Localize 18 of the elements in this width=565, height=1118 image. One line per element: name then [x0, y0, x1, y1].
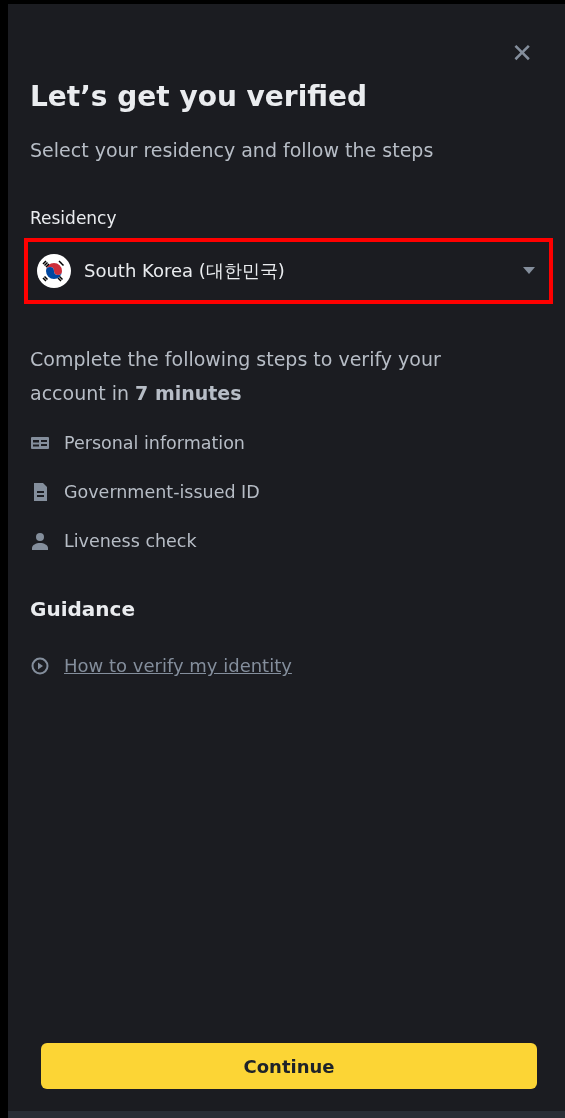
play-icon [30, 655, 50, 676]
page-title: Let’s get you verified [30, 80, 369, 114]
step-label: Liveness check [64, 530, 197, 554]
person-icon [30, 532, 50, 551]
residency-dropdown[interactable]: South Korea (대한민국) [28, 241, 549, 300]
section-heading: Guidance [30, 596, 136, 624]
caret-icon [523, 267, 535, 275]
subtitle: Select your residency and follow the steps [30, 137, 435, 163]
instructions-text: Complete the following steps to verify your account in 7 minutes [30, 346, 442, 406]
step-label: Government-issued ID [64, 480, 260, 504]
id-card-icon [30, 434, 50, 451]
close-button[interactable]: ✕ [511, 40, 533, 66]
flag-icon [36, 252, 72, 289]
step-label: Personal information [64, 431, 245, 455]
field-label: Residency [30, 207, 118, 231]
continue-button[interactable]: Continue [41, 1043, 537, 1089]
selected-value: South Korea (대한민국) [84, 259, 286, 284]
guide-link[interactable]: How to verify my identity [64, 652, 292, 680]
